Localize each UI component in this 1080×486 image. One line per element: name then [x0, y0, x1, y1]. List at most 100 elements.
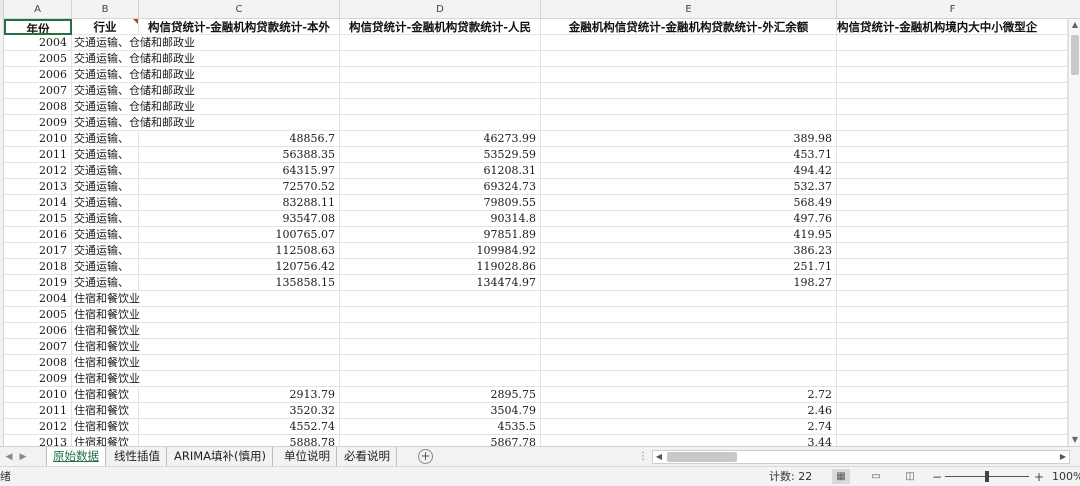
table-cell[interactable]: 120756.42: [139, 259, 340, 275]
table-cell[interactable]: [541, 51, 837, 67]
table-cell[interactable]: 198.27: [541, 275, 837, 291]
scroll-down-icon[interactable]: ▼: [1069, 434, 1080, 446]
table-cell[interactable]: 住宿和餐饮业: [72, 323, 140, 339]
table-cell[interactable]: 4552.74: [139, 419, 340, 435]
table-cell[interactable]: 交通运输、仓储和邮政业: [72, 83, 195, 99]
table-cell[interactable]: [541, 67, 837, 83]
table-cell[interactable]: [837, 291, 1068, 307]
horizontal-scrollbar[interactable]: ◀ ▶: [652, 450, 1070, 464]
table-cell[interactable]: [139, 355, 340, 371]
table-cell[interactable]: 3520.32: [139, 403, 340, 419]
table-cell[interactable]: 交通运输、: [72, 259, 139, 275]
table-cell[interactable]: 交通运输、: [72, 147, 139, 163]
table-cell[interactable]: [139, 307, 340, 323]
table-cell[interactable]: 交通运输、仓储和邮政业: [72, 35, 195, 51]
table-cell[interactable]: 494.42: [541, 163, 837, 179]
table-cell[interactable]: 100765.07: [139, 227, 340, 243]
table-cell[interactable]: 住宿和餐饮业: [72, 339, 140, 355]
table-cell[interactable]: 93547.08: [139, 211, 340, 227]
table-cell[interactable]: 2006: [4, 67, 72, 83]
table-cell[interactable]: 2895.75: [340, 387, 541, 403]
table-cell[interactable]: [340, 371, 541, 387]
table-cell[interactable]: 83288.11: [139, 195, 340, 211]
table-cell[interactable]: 53529.59: [340, 147, 541, 163]
table-cell[interactable]: [541, 307, 837, 323]
table-cell[interactable]: 交通运输、: [72, 179, 139, 195]
table-cell[interactable]: 386.23: [541, 243, 837, 259]
table-cell[interactable]: [837, 99, 1068, 115]
table-cell[interactable]: 2.72: [541, 387, 837, 403]
table-cell[interactable]: 2007: [4, 83, 72, 99]
table-cell[interactable]: [340, 99, 541, 115]
table-cell[interactable]: 交通运输、仓储和邮政业: [72, 51, 195, 67]
table-cell[interactable]: 119028.86: [340, 259, 541, 275]
tab-unit-notes[interactable]: 单位说明: [278, 447, 337, 466]
table-cell[interactable]: 48856.7: [139, 131, 340, 147]
table-cell[interactable]: [340, 323, 541, 339]
table-cell[interactable]: 交通运输、: [72, 227, 139, 243]
table-cell[interactable]: [837, 419, 1068, 435]
table-cell[interactable]: 交通运输、: [72, 163, 139, 179]
table-cell[interactable]: 2008: [4, 355, 72, 371]
page-layout-view-icon[interactable]: ▭: [867, 469, 885, 484]
table-cell[interactable]: 2011: [4, 147, 72, 163]
zoom-in-icon[interactable]: +: [1034, 467, 1044, 486]
table-cell[interactable]: 住宿和餐饮: [72, 387, 139, 403]
table-cell[interactable]: 2008: [4, 99, 72, 115]
table-cell[interactable]: [541, 291, 837, 307]
table-cell[interactable]: 97851.89: [340, 227, 541, 243]
scroll-up-icon[interactable]: ▲: [1069, 19, 1080, 31]
table-cell[interactable]: 2007: [4, 339, 72, 355]
horizontal-scroll-thumb[interactable]: [667, 452, 737, 462]
table-cell[interactable]: 453.71: [541, 147, 837, 163]
column-header-e[interactable]: E: [541, 0, 837, 19]
table-cell[interactable]: 3.44: [541, 435, 837, 446]
table-cell[interactable]: [837, 275, 1068, 291]
table-cell[interactable]: 46273.99: [340, 131, 541, 147]
add-sheet-icon[interactable]: +: [418, 449, 433, 464]
table-cell[interactable]: [139, 371, 340, 387]
table-cell[interactable]: 2004: [4, 35, 72, 51]
table-cell[interactable]: 住宿和餐饮业: [72, 371, 140, 387]
table-cell[interactable]: 532.37: [541, 179, 837, 195]
cell-d-header[interactable]: 构信贷统计-金融机构贷款统计-人民: [340, 19, 541, 35]
table-cell[interactable]: 2005: [4, 51, 72, 67]
table-cell[interactable]: [837, 195, 1068, 211]
table-cell[interactable]: [340, 115, 541, 131]
table-cell[interactable]: 2018: [4, 259, 72, 275]
table-cell[interactable]: 79809.55: [340, 195, 541, 211]
table-cell[interactable]: [541, 99, 837, 115]
table-cell[interactable]: 住宿和餐饮: [72, 419, 139, 435]
table-cell[interactable]: 2013: [4, 435, 72, 446]
column-header-b[interactable]: B: [72, 0, 139, 19]
table-cell[interactable]: 3504.79: [340, 403, 541, 419]
table-cell[interactable]: 2009: [4, 115, 72, 131]
table-cell[interactable]: 389.98: [541, 131, 837, 147]
table-cell[interactable]: [139, 291, 340, 307]
table-cell[interactable]: 2014: [4, 195, 72, 211]
table-cell[interactable]: 112508.63: [139, 243, 340, 259]
table-cell[interactable]: 2016: [4, 227, 72, 243]
tab-linear-interp[interactable]: 线性插值: [108, 447, 167, 466]
table-cell[interactable]: [837, 227, 1068, 243]
table-cell[interactable]: [837, 435, 1068, 446]
table-cell[interactable]: 72570.52: [139, 179, 340, 195]
table-cell[interactable]: 109984.92: [340, 243, 541, 259]
table-cell[interactable]: 2004: [4, 291, 72, 307]
table-cell[interactable]: 2006: [4, 323, 72, 339]
table-cell[interactable]: 135858.15: [139, 275, 340, 291]
scroll-right-icon[interactable]: ▶: [1057, 451, 1069, 463]
table-cell[interactable]: 4535.5: [340, 419, 541, 435]
table-cell[interactable]: 2009: [4, 371, 72, 387]
table-cell[interactable]: 2017: [4, 243, 72, 259]
table-cell[interactable]: [340, 355, 541, 371]
table-cell[interactable]: [340, 307, 541, 323]
cell-e-header[interactable]: 金融机构信贷统计-金融机构贷款统计-外汇余额: [541, 19, 837, 35]
table-cell[interactable]: [340, 51, 541, 67]
table-cell[interactable]: 251.71: [541, 259, 837, 275]
table-cell[interactable]: 134474.97: [340, 275, 541, 291]
table-cell[interactable]: [837, 115, 1068, 131]
table-cell[interactable]: 2011: [4, 403, 72, 419]
table-cell[interactable]: 497.76: [541, 211, 837, 227]
table-cell[interactable]: [541, 323, 837, 339]
